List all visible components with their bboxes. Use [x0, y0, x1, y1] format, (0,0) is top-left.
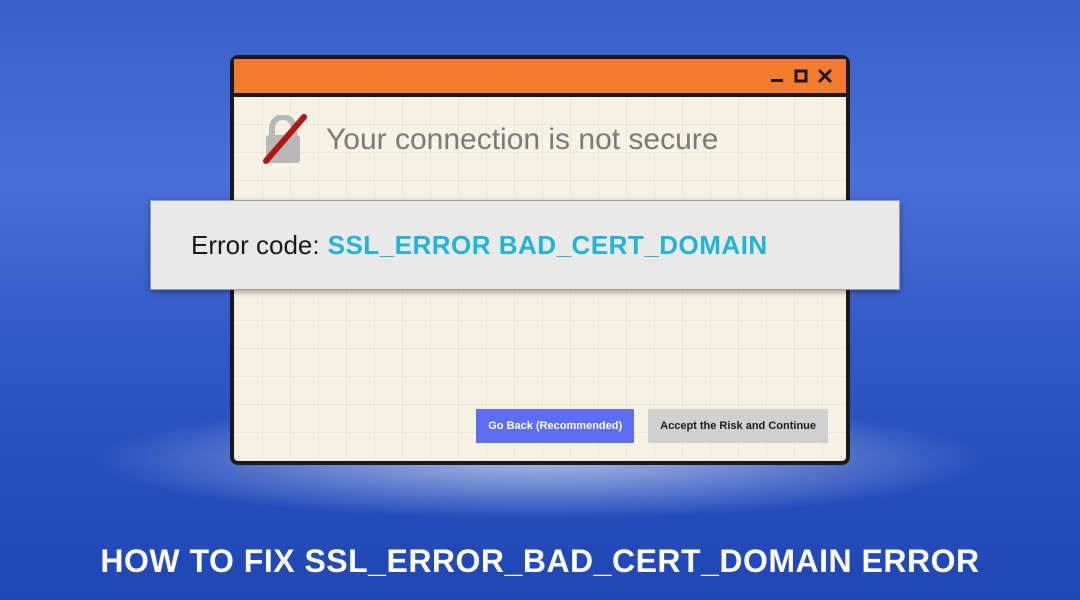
- error-code-box: Error code: SSL_ERROR BAD_CERT_DOMAIN: [150, 200, 900, 290]
- close-icon[interactable]: [818, 69, 832, 83]
- go-back-button[interactable]: Go Back (Recommended): [476, 409, 634, 443]
- titlebar: [234, 59, 846, 97]
- insecure-lock-icon: [262, 115, 304, 165]
- window-content: Your connection is not secure: [234, 97, 846, 165]
- page-caption: HOW TO FIX SSL_ERROR_BAD_CERT_DOMAIN ERR…: [0, 543, 1080, 580]
- error-code-value: SSL_ERROR BAD_CERT_DOMAIN: [328, 230, 768, 261]
- maximize-icon[interactable]: [794, 69, 808, 83]
- accept-risk-button[interactable]: Accept the Risk and Continue: [648, 409, 828, 443]
- headline-text: Your connection is not secure: [326, 123, 718, 157]
- minimize-icon[interactable]: [770, 69, 784, 83]
- error-label: Error code:: [191, 230, 320, 261]
- action-buttons: Go Back (Recommended) Accept the Risk an…: [476, 409, 828, 443]
